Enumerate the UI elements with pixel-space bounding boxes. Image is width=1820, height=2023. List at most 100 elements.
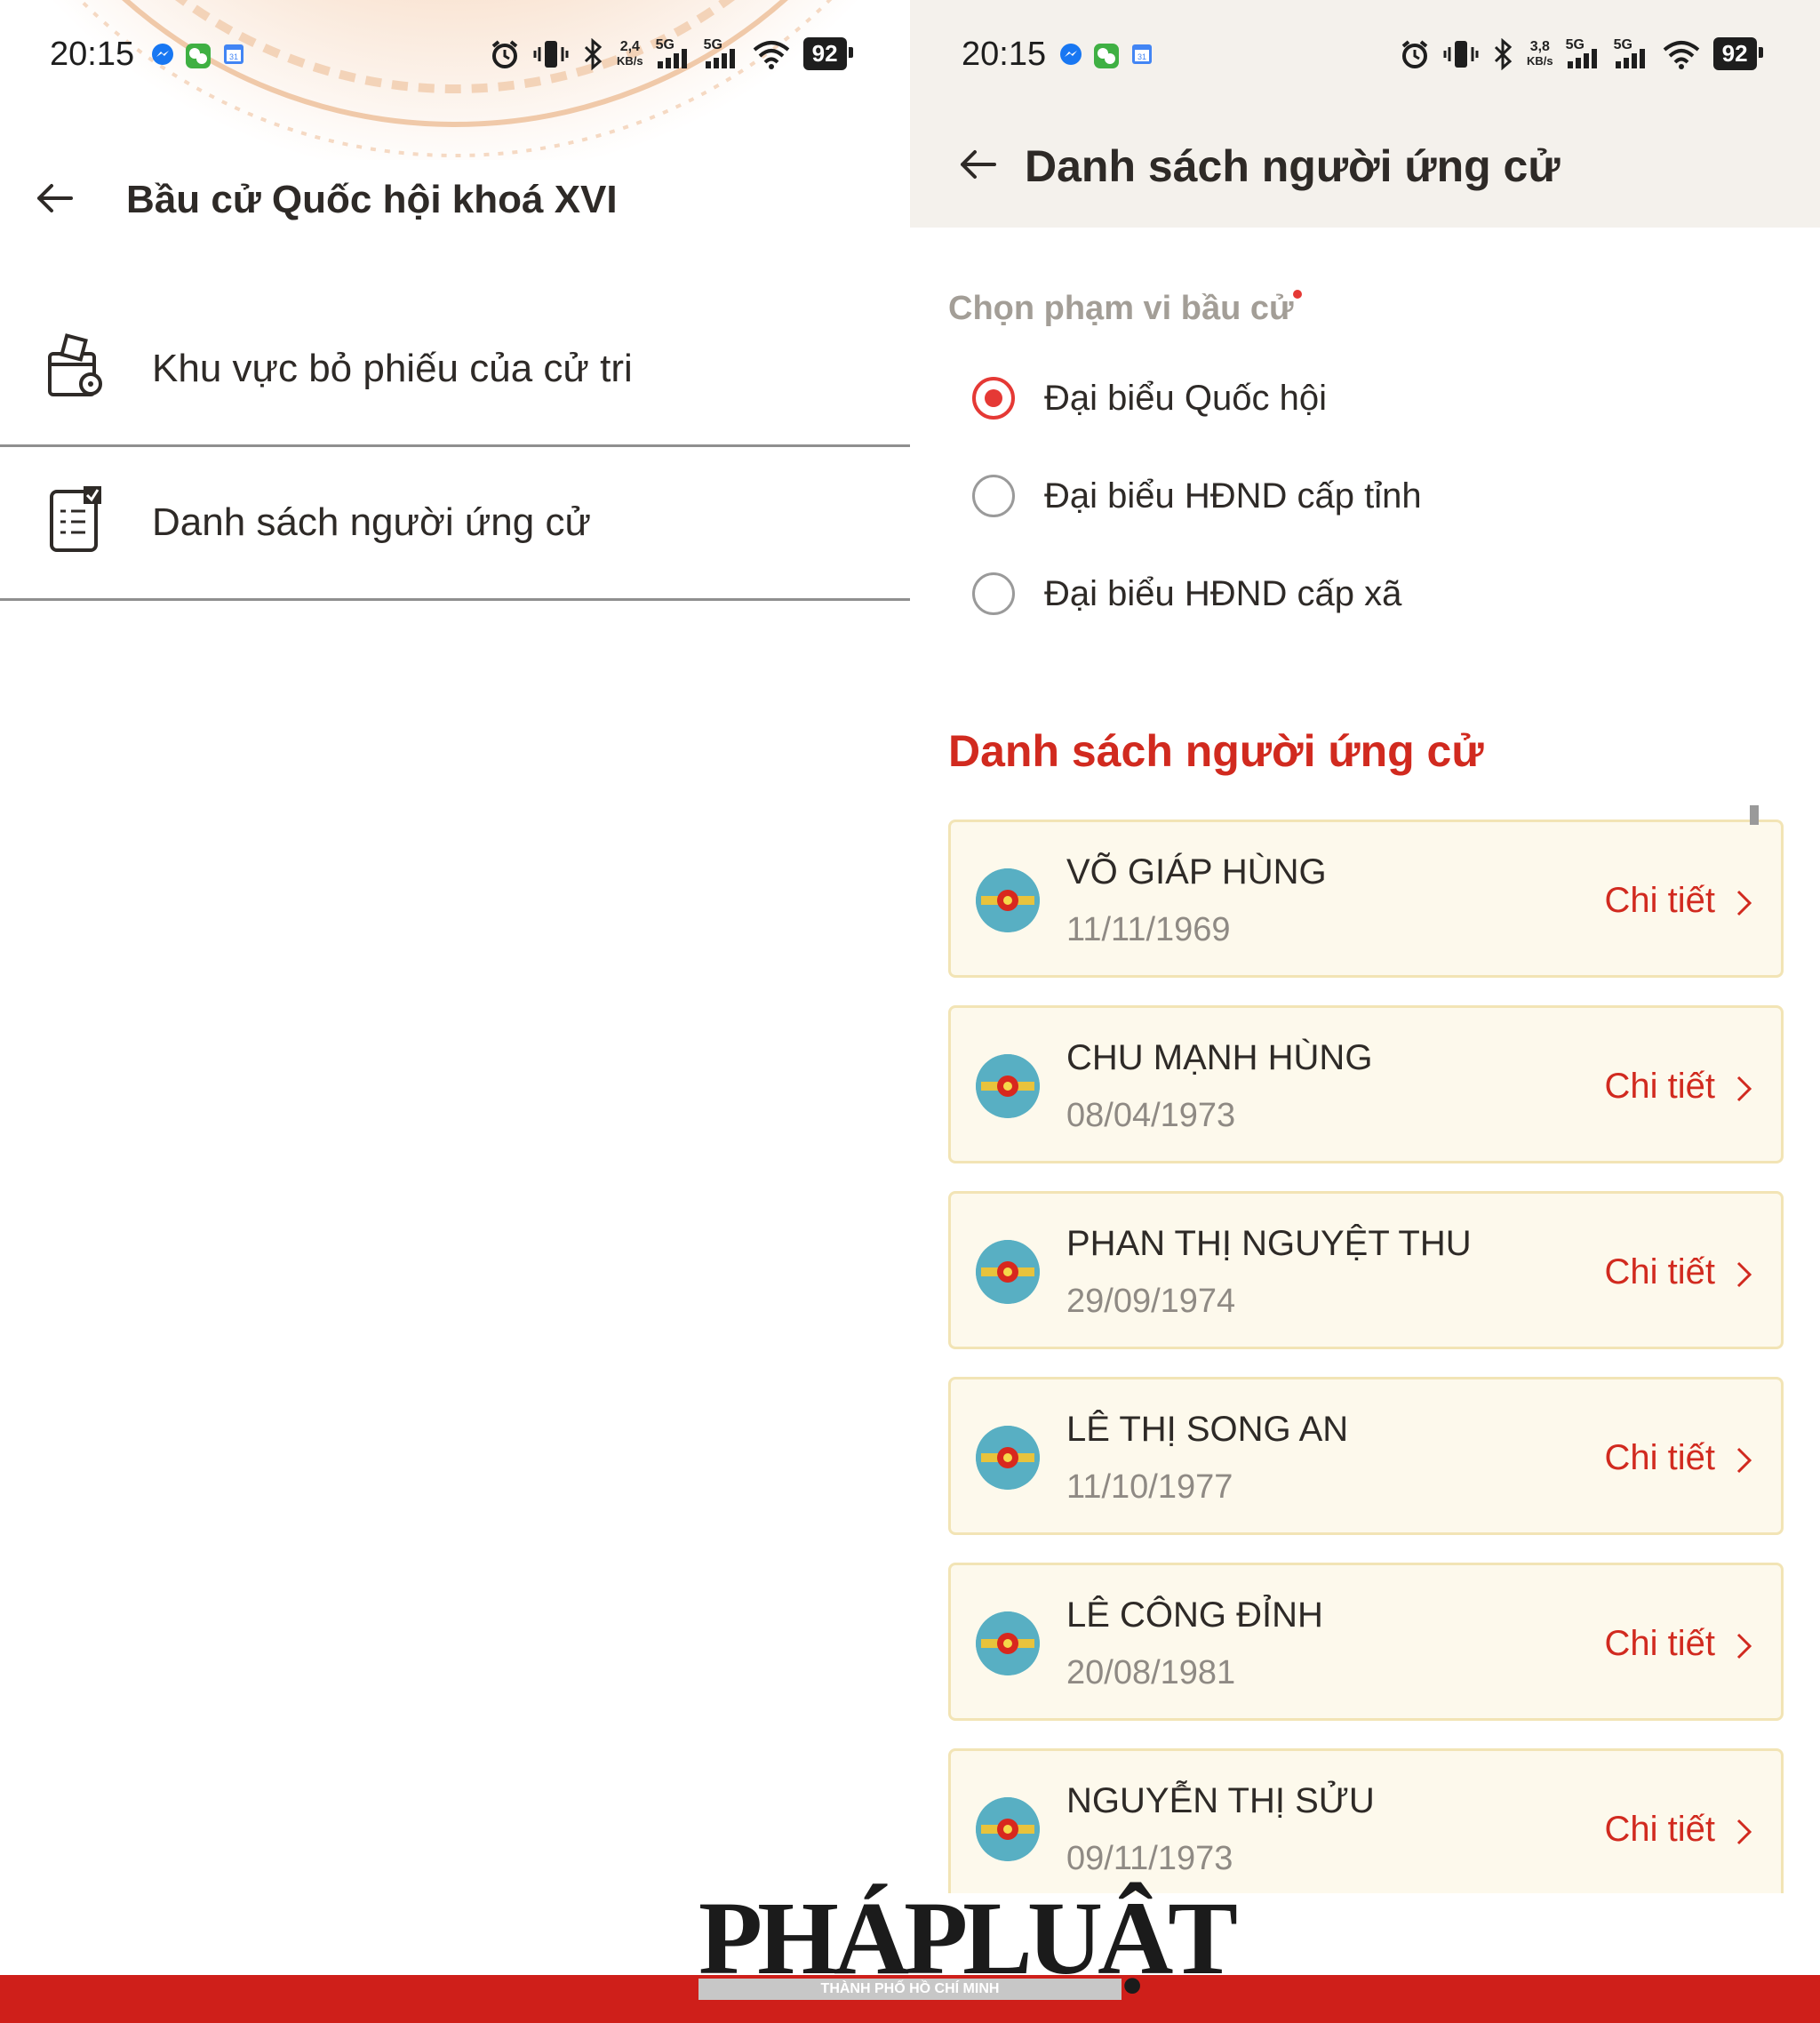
- bluetooth-icon: [584, 37, 603, 70]
- radio-label: Đại biểu Quốc hội: [1044, 378, 1327, 418]
- watermark-subtitle: THÀNH PHỐ HỒ CHÍ MINH: [698, 1979, 1122, 2000]
- vibrate-icon: [533, 40, 569, 68]
- network-speed-unit: KB/s: [1527, 53, 1553, 68]
- candidate-list-heading: Danh sách người ứng cử: [948, 726, 1484, 776]
- menu-item-candidate-list[interactable]: Danh sách người ứng cử: [0, 447, 910, 601]
- network-speed-unit: KB/s: [617, 53, 643, 68]
- candidate-dob: 29/09/1974: [1066, 1283, 1236, 1320]
- detail-link[interactable]: Chi tiết: [1605, 1067, 1716, 1107]
- candidate-name: PHAN THỊ NGUYỆT THU: [1066, 1224, 1472, 1263]
- menu-item-label: Khu vực bỏ phiếu của cử tri: [152, 347, 633, 390]
- game-app-icon: [1094, 44, 1119, 68]
- candidate-dob: 11/10/1977: [1066, 1468, 1233, 1506]
- menu-item-label: Danh sách người ứng cử: [152, 500, 591, 544]
- radio-button-selected[interactable]: [972, 377, 1015, 420]
- detail-link[interactable]: Chi tiết: [1605, 1252, 1716, 1292]
- signal-5g-2: 5G: [1613, 36, 1649, 70]
- candidate-name: LÊ CÔNG ĐỈNH: [1066, 1595, 1323, 1635]
- signal-5g-1: 5G: [1565, 36, 1601, 70]
- candidate-card[interactable]: LÊ THỊ SONG AN 11/10/1977 Chi tiết: [948, 1377, 1784, 1535]
- back-arrow-icon[interactable]: [955, 142, 1000, 187]
- back-arrow-icon[interactable]: [32, 176, 76, 220]
- chevron-right-icon[interactable]: [1733, 1072, 1756, 1106]
- network-speed: 2,4 KB/s: [617, 38, 643, 68]
- system-status-icons: 3,8 KB/s 5G 5G 92: [1399, 36, 1763, 70]
- system-status-icons: 2,4 KB/s 5G 5G 92: [489, 36, 853, 70]
- candidate-dob: 11/11/1969: [1066, 911, 1231, 948]
- radio-label: Đại biểu HĐND cấp tỉnh: [1044, 476, 1422, 516]
- emblem-avatar-icon: [976, 1426, 1040, 1490]
- ballot-box-location-icon: [48, 333, 102, 396]
- page-title: Bầu cử Quốc hội khoá XVI: [126, 178, 618, 221]
- vibrate-icon: [1443, 40, 1479, 68]
- signal-5g-2-label: 5G: [703, 36, 722, 52]
- candidate-card[interactable]: LÊ CÔNG ĐỈNH 20/08/1981 Chi tiết: [948, 1563, 1784, 1721]
- signal-5g-2-label: 5G: [1613, 36, 1632, 52]
- detail-link[interactable]: Chi tiết: [1605, 1810, 1716, 1850]
- chevron-right-icon[interactable]: [1733, 1815, 1756, 1849]
- network-speed-value: 2,4: [619, 38, 640, 54]
- candidate-name: NGUYỄN THỊ SỬU: [1066, 1781, 1375, 1820]
- emblem-avatar-icon: [976, 868, 1040, 932]
- checklist-icon: [50, 486, 101, 552]
- scope-label: Chọn phạm vi bầu cử: [948, 290, 1294, 327]
- wifi-icon: [753, 40, 789, 69]
- emblem-avatar-icon: [976, 1240, 1040, 1304]
- candidate-name: VÕ GIÁP HÙNG: [1066, 852, 1327, 892]
- radio-button[interactable]: [972, 572, 1015, 615]
- candidate-list[interactable]: VÕ GIÁP HÙNG 11/11/1969 Chi tiết CHU MẠN…: [948, 816, 1789, 1893]
- battery-indicator: 92: [802, 37, 853, 70]
- status-time: 20:15: [962, 36, 1047, 73]
- right-screen: 20:15 31 3,8 KB/s 5G 5G 92 Danh sách ngư…: [910, 0, 1820, 2023]
- calendar-icon: 31: [224, 44, 243, 64]
- wifi-icon: [1663, 40, 1699, 69]
- candidate-card[interactable]: PHAN THỊ NGUYỆT THU 29/09/1974 Chi tiết: [948, 1191, 1784, 1349]
- alarm-icon: [1401, 39, 1428, 68]
- detail-link[interactable]: Chi tiết: [1605, 1438, 1716, 1478]
- network-speed-value: 3,8: [1529, 38, 1550, 54]
- emblem-avatar-icon: [976, 1797, 1040, 1861]
- left-screen: 20:15 31 2,4 KB/s 5G 5G 92 Bầu cử Quốc h…: [0, 0, 910, 2023]
- candidate-dob: 08/04/1973: [1066, 1097, 1236, 1134]
- radio-option-provincial-council[interactable]: Đại biểu HĐND cấp tỉnh: [972, 469, 1422, 523]
- signal-5g-1-label: 5G: [655, 36, 675, 52]
- chevron-right-icon[interactable]: [1733, 1629, 1756, 1663]
- chevron-right-icon[interactable]: [1733, 886, 1756, 920]
- menu-item-polling-area[interactable]: Khu vực bỏ phiếu của cử tri: [0, 293, 910, 447]
- watermark-logo: PHÁPLUẬT: [698, 1880, 1238, 1996]
- signal-5g-1-label: 5G: [1565, 36, 1585, 52]
- candidate-dob: 09/11/1973: [1066, 1840, 1233, 1877]
- radio-button[interactable]: [972, 475, 1015, 517]
- required-indicator: [1293, 290, 1302, 299]
- game-app-icon: [186, 44, 211, 68]
- emblem-avatar-icon: [976, 1611, 1040, 1675]
- candidate-name: CHU MẠNH HÙNG: [1066, 1038, 1373, 1077]
- notification-icons: 31: [1059, 43, 1153, 69]
- battery-indicator: 92: [1712, 37, 1763, 70]
- candidate-card[interactable]: NGUYỄN THỊ SỬU 09/11/1973 Chi tiết: [948, 1748, 1784, 1893]
- signal-5g-2: 5G: [703, 36, 739, 70]
- bluetooth-icon: [1494, 37, 1513, 70]
- status-bar: 20:15 31 3,8 KB/s 5G 5G 92: [910, 0, 1820, 116]
- messenger-icon: [152, 44, 173, 65]
- chevron-right-icon[interactable]: [1733, 1443, 1756, 1477]
- candidate-dob: 20/08/1981: [1066, 1654, 1236, 1691]
- candidate-name: LÊ THỊ SONG AN: [1066, 1410, 1349, 1449]
- candidate-card[interactable]: VÕ GIÁP HÙNG 11/11/1969 Chi tiết: [948, 820, 1784, 978]
- radio-option-commune-council[interactable]: Đại biểu HĐND cấp xã: [972, 567, 1401, 620]
- scrollbar-thumb[interactable]: [1750, 805, 1759, 825]
- candidate-card[interactable]: CHU MẠNH HÙNG 08/04/1973 Chi tiết: [948, 1005, 1784, 1163]
- detail-link[interactable]: Chi tiết: [1605, 1624, 1716, 1664]
- status-time: 20:15: [50, 36, 135, 73]
- alarm-icon: [491, 39, 518, 68]
- chevron-right-icon[interactable]: [1733, 1258, 1756, 1291]
- network-speed: 3,8 KB/s: [1527, 38, 1553, 68]
- notification-icons: 31: [151, 43, 245, 69]
- page-title: Danh sách người ứng cử: [1025, 141, 1561, 191]
- svg-text:31: 31: [1138, 52, 1146, 61]
- top-app-bar: 20:15 31 3,8 KB/s 5G 5G 92 Danh sách ngư…: [910, 0, 1820, 228]
- status-bar: 20:15 31 2,4 KB/s 5G 5G 92: [0, 0, 910, 116]
- radio-option-national-assembly[interactable]: Đại biểu Quốc hội: [972, 372, 1327, 425]
- signal-5g-1: 5G: [655, 36, 691, 70]
- detail-link[interactable]: Chi tiết: [1605, 881, 1716, 921]
